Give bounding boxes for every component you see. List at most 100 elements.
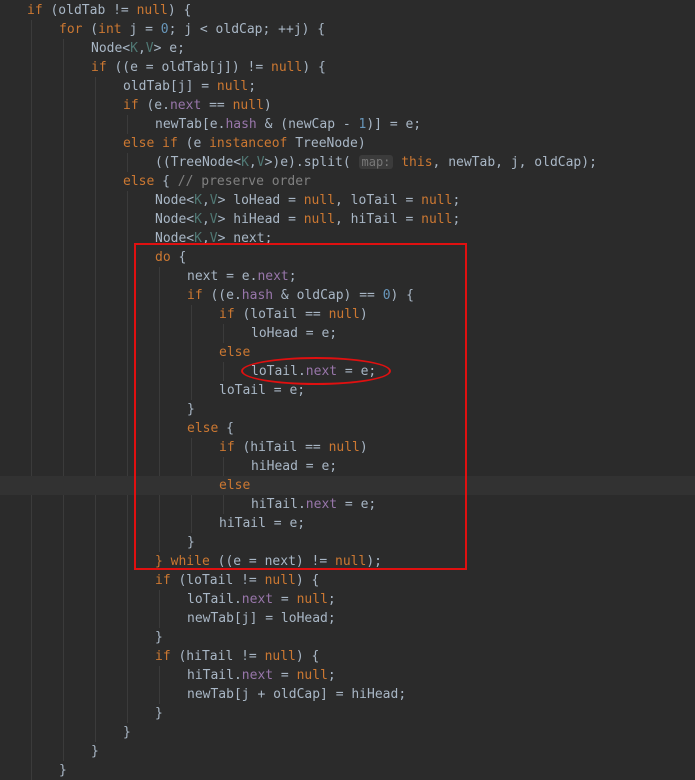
code-token: ) { xyxy=(295,649,320,664)
code-token: null xyxy=(296,668,328,683)
code-text: } xyxy=(155,628,163,647)
code-token: 0 xyxy=(160,22,169,37)
do-while-block-highlight-box xyxy=(134,243,467,570)
code-editor[interactable]: if (oldTab != null) {for (int j = 0; j <… xyxy=(0,0,695,780)
code-token: ((TreeNode< xyxy=(155,155,242,170)
code-line[interactable]: hiTail.next = null; xyxy=(0,666,695,685)
lotail-next-assignment-highlight-ellipse xyxy=(241,357,391,385)
code-line[interactable]: Node<K,V> loHead = null, loTail = null; xyxy=(0,191,695,210)
code-token: K xyxy=(194,193,202,208)
code-line[interactable]: newTab[e.hash & (newCap - 1)] = e; xyxy=(0,115,695,134)
code-text: for (int j = 0; j < oldCap; ++j) { xyxy=(59,20,325,39)
code-line[interactable]: if (loTail != null) { xyxy=(0,571,695,590)
code-token: null xyxy=(421,212,453,227)
code-token: (e. xyxy=(138,98,170,113)
code-token: null xyxy=(232,98,264,113)
code-text: ((TreeNode<K,V>)e).split( map: this, new… xyxy=(155,153,597,172)
code-token: instanceof xyxy=(209,136,288,151)
code-token: , newTab, j, oldCap); xyxy=(432,155,597,170)
code-text: newTab[j] = loHead; xyxy=(187,609,336,628)
code-token: loTail. xyxy=(187,592,242,607)
code-token: for xyxy=(59,22,83,37)
code-token: > hiHead = xyxy=(217,212,304,227)
code-token: j = xyxy=(121,22,161,37)
code-line[interactable]: if ((e = oldTab[j]) != null) { xyxy=(0,58,695,77)
code-text: loTail.next = null; xyxy=(187,590,336,609)
code-token: else xyxy=(123,174,155,189)
code-text: if (loTail != null) { xyxy=(155,571,319,590)
code-token: K xyxy=(194,212,202,227)
code-token: , xyxy=(137,41,146,56)
code-token: ) { xyxy=(167,3,192,18)
code-token: Node< xyxy=(155,193,195,208)
code-text: } xyxy=(123,723,131,742)
code-token: ; xyxy=(248,79,257,94)
code-text: if ((e = oldTab[j]) != null) { xyxy=(91,58,326,77)
code-line[interactable]: newTab[j] = loHead; xyxy=(0,609,695,628)
code-token: (e xyxy=(177,136,210,151)
code-line[interactable]: if (hiTail != null) { xyxy=(0,647,695,666)
code-line[interactable]: for (int j = 0; j < oldCap; ++j) { xyxy=(0,20,695,39)
code-token: V xyxy=(256,155,265,170)
code-token: ; xyxy=(327,668,336,683)
code-token: null xyxy=(421,193,453,208)
code-token: null xyxy=(216,79,249,94)
code-token: null xyxy=(264,573,296,588)
code-token: ; xyxy=(452,212,461,227)
code-token: = xyxy=(273,592,297,607)
code-token: K xyxy=(130,41,138,56)
code-text: } xyxy=(59,761,67,780)
code-line[interactable]: oldTab[j] = null; xyxy=(0,77,695,96)
code-token: (hiTail != xyxy=(170,649,265,664)
code-token: V xyxy=(209,193,218,208)
code-line[interactable]: Node<K,V> hiHead = null, hiTail = null; xyxy=(0,210,695,229)
code-token: } xyxy=(91,744,99,759)
code-text: oldTab[j] = null; xyxy=(123,77,256,96)
code-token: } xyxy=(155,630,163,645)
code-token: ((e = oldTab[j]) != xyxy=(106,60,272,75)
code-line[interactable]: } xyxy=(0,723,695,742)
code-line[interactable]: } xyxy=(0,628,695,647)
code-token: newTab[e. xyxy=(155,117,226,132)
code-line[interactable]: ((TreeNode<K,V>)e).split( map: this, new… xyxy=(0,153,695,172)
code-line[interactable]: } xyxy=(0,761,695,780)
code-token: } xyxy=(123,725,131,740)
code-line[interactable]: } xyxy=(0,742,695,761)
code-line[interactable]: newTab[j + oldCap] = hiHead; xyxy=(0,685,695,704)
code-line[interactable]: else { // preserve order xyxy=(0,172,695,191)
code-token: next xyxy=(241,668,274,683)
code-token: null xyxy=(296,592,328,607)
code-token: ; j < oldCap; ++j) { xyxy=(168,22,326,37)
code-token: hiTail. xyxy=(187,668,242,683)
code-token: } xyxy=(155,706,163,721)
code-token: newTab[j + oldCap] = hiHead; xyxy=(187,687,407,702)
code-token: (loTail != xyxy=(170,573,265,588)
code-token: newTab[j] = loHead; xyxy=(187,611,336,626)
code-token: oldTab[j] = xyxy=(123,79,217,94)
parameter-hint: map: xyxy=(358,155,394,169)
code-token: Node< xyxy=(91,41,131,56)
code-token: null xyxy=(136,3,168,18)
code-token: int xyxy=(98,22,122,37)
code-text: } xyxy=(91,742,99,761)
code-token: V xyxy=(145,41,154,56)
code-token: { xyxy=(154,174,178,189)
code-line[interactable]: } xyxy=(0,704,695,723)
code-line[interactable]: else if (e instanceof TreeNode) xyxy=(0,134,695,153)
code-text: newTab[j + oldCap] = hiHead; xyxy=(187,685,406,704)
code-line[interactable]: Node<K,V> e; xyxy=(0,39,695,58)
code-token: = xyxy=(273,668,297,683)
code-token: Node< xyxy=(155,212,195,227)
code-token: , xyxy=(201,193,210,208)
code-token: == xyxy=(201,98,233,113)
code-token: } xyxy=(59,763,67,778)
code-text: if (hiTail != null) { xyxy=(155,647,319,666)
code-line[interactable]: if (oldTab != null) { xyxy=(0,1,695,20)
code-token: , xyxy=(201,212,210,227)
code-token: this xyxy=(401,155,433,170)
code-line[interactable]: loTail.next = null; xyxy=(0,590,695,609)
code-token: )] = e; xyxy=(366,117,422,132)
code-token: , xyxy=(248,155,257,170)
code-token: ) { xyxy=(295,573,320,588)
code-line[interactable]: if (e.next == null) xyxy=(0,96,695,115)
